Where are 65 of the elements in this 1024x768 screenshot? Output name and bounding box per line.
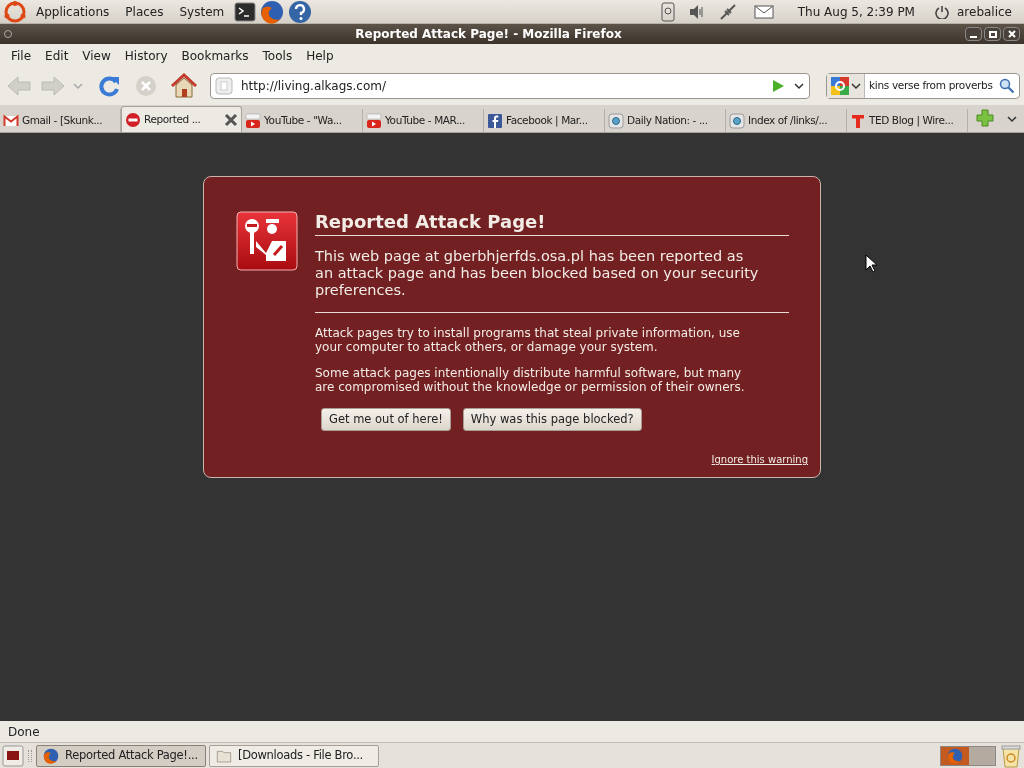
power-icon[interactable]: [934, 4, 949, 19]
warning-action-button[interactable]: Get me out of here!: [321, 408, 451, 431]
search-icon[interactable]: [999, 78, 1015, 94]
window-title: Reported Attack Page! - Mozilla Firefox: [354, 26, 623, 43]
engine-dropdown-icon[interactable]: [850, 82, 861, 90]
browser-tab[interactable]: YouTube - "Wa...: [242, 109, 363, 132]
minimize-button[interactable]: [965, 27, 982, 41]
tab-list-chevron-icon[interactable]: [1006, 114, 1018, 124]
warning-paragraph: Some attack pages intentionally distribute harmful software, but many are compromised without the knowledge or permission of their owners.: [315, 366, 746, 394]
menu-item[interactable]: View: [75, 46, 118, 65]
home-icon[interactable]: [170, 73, 198, 99]
facebook-icon: [487, 112, 503, 129]
close-icon: [1007, 30, 1016, 38]
envelope-icon: [3, 112, 19, 129]
show-desktop-icon[interactable]: [2, 744, 24, 767]
go-arrow-icon[interactable]: [771, 79, 785, 93]
google-icon[interactable]: [830, 77, 849, 95]
browser-tab[interactable]: YouTube - MAR...: [363, 109, 484, 132]
status-text: Done: [8, 723, 40, 741]
menu-item[interactable]: Tools: [255, 46, 300, 65]
youtube-icon: [245, 112, 261, 129]
warning-message: This web page at gberbhjerfds.osa.pl has been reported as an attack page and has been blocked based on your security preferences.: [315, 248, 760, 299]
taskbar-window-button[interactable]: [Downloads - File Bro...: [209, 744, 379, 767]
firefox-icon: [43, 747, 59, 764]
browser-tab[interactable]: Daily Nation: - ...: [605, 109, 726, 132]
drive-icon[interactable]: [659, 1, 676, 22]
firefox-icon: [947, 747, 963, 764]
youtube-icon: [366, 112, 382, 129]
help-icon[interactable]: [288, 0, 313, 24]
warning-guard-icon: [236, 211, 298, 271]
page-icon: [215, 77, 233, 95]
terminal-icon[interactable]: [234, 0, 257, 23]
blocked-sign-icon: [125, 111, 141, 128]
browser-tab[interactable]: Reported ...: [121, 106, 242, 132]
menu-item[interactable]: Help: [299, 46, 341, 65]
taskbar-window-button[interactable]: Reported Attack Page!...: [36, 744, 206, 767]
menu-item[interactable]: Edit: [38, 46, 76, 65]
panel-menu[interactable]: Applications: [30, 2, 116, 21]
search-field[interactable]: kins verse from proverbs: [826, 73, 1020, 99]
warning-paragraph: Attack pages try to install programs that steal private information, use your computer to attack others, or damage your system.: [315, 326, 741, 354]
globe-icon: [608, 112, 624, 129]
menu-item[interactable]: Bookmarks: [174, 46, 256, 65]
panel-menu[interactable]: Places: [119, 2, 170, 21]
ubuntu-logo-icon[interactable]: [4, 0, 26, 23]
warning-action-button[interactable]: Why was this page blocked?: [462, 408, 642, 431]
browser-tab[interactable]: Gmail - [Skunk...: [0, 109, 121, 132]
url-dropdown-icon[interactable]: [793, 81, 805, 91]
clock[interactable]: Thu Aug 5, 2:39 PM: [797, 2, 915, 21]
close-tab-icon[interactable]: [224, 112, 238, 127]
maximize-button[interactable]: [984, 27, 1001, 41]
workspace-switcher[interactable]: [940, 745, 996, 766]
globe-icon: [729, 112, 745, 129]
user-name[interactable]: arebalice: [956, 2, 1012, 21]
close-button[interactable]: [1003, 27, 1020, 41]
url-field[interactable]: http://living.alkags.com/: [210, 73, 810, 99]
panel-menu[interactable]: System: [173, 2, 231, 21]
mouse-pointer-icon: [865, 254, 877, 273]
warning-title: Reported Attack Page!: [315, 211, 547, 233]
ignore-warning-link[interactable]: Ignore this warning: [711, 452, 808, 467]
firefox-icon[interactable]: [260, 0, 285, 24]
mail-icon[interactable]: [753, 3, 774, 20]
browser-tab[interactable]: Index of /links/...: [726, 109, 847, 132]
menu-item[interactable]: History: [117, 46, 175, 65]
t-letter-icon: [850, 112, 866, 129]
menu-item[interactable]: File: [4, 46, 39, 65]
